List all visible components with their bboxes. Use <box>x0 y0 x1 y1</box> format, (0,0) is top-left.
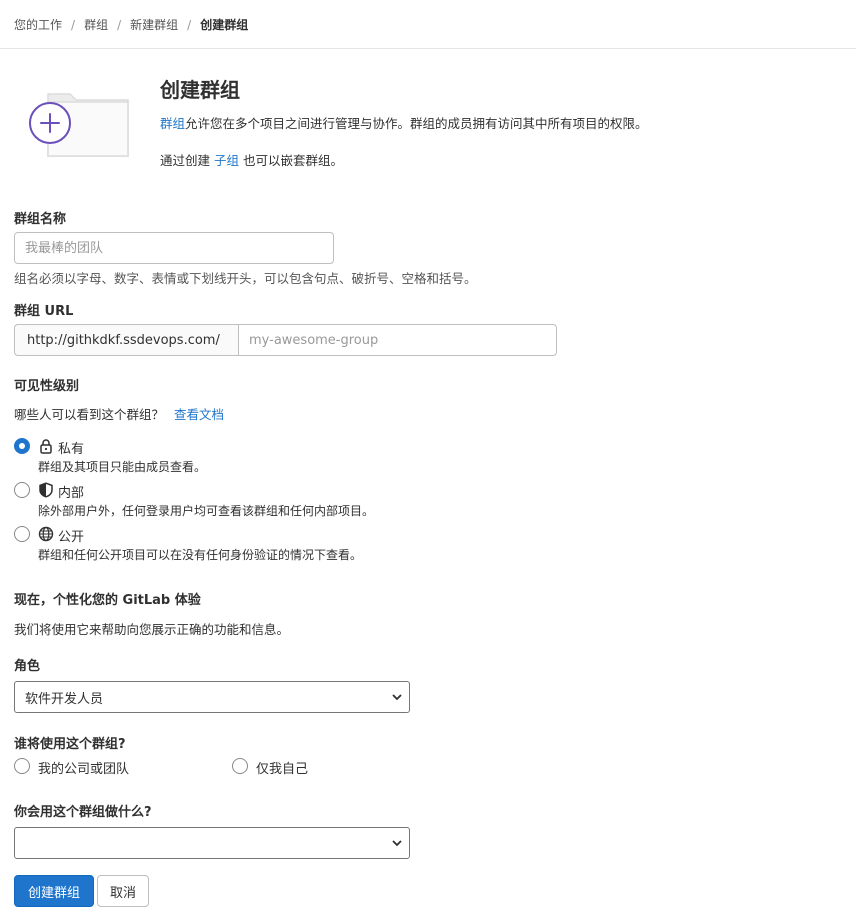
breadcrumb-new-group[interactable]: 新建群组 <box>130 16 178 33</box>
group-name-label: 群组名称 <box>14 212 67 227</box>
groups-help-link[interactable]: 群组 <box>160 116 185 131</box>
visibility-question-text: 哪些人可以看到这个群组？ <box>14 407 165 422</box>
who-uses-just-me-label[interactable]: 仅我自己 <box>256 758 308 777</box>
who-uses-label: 谁将使用这个群组? <box>14 737 126 752</box>
visibility-docs-link[interactable]: 查看文档 <box>174 407 224 422</box>
header-divider <box>0 48 856 49</box>
purpose-label: 你会用这个群组做什么? <box>14 805 152 820</box>
group-url-field: http://githkdkf.ssdevops.com/ <box>14 324 557 356</box>
group-name-input[interactable] <box>14 232 334 264</box>
visibility-label: 可见性级别 <box>14 379 80 394</box>
visibility-private-desc: 群组及其项目只能由成员查看。 <box>38 460 207 474</box>
cancel-button[interactable]: 取消 <box>97 875 149 907</box>
role-select[interactable]: 软件开发人员 <box>14 681 410 713</box>
visibility-public-desc: 群组和任何公开项目可以在没有任何身份验证的情况下查看。 <box>38 548 363 562</box>
group-url-prefix: http://githkdkf.ssdevops.com/ <box>14 324 238 356</box>
page-title: 创建群组 <box>160 78 240 102</box>
breadcrumb-separator: / <box>117 17 122 32</box>
visibility-internal-desc: 除外部用户外，任何登录用户均可查看该群组和任何内部项目。 <box>38 504 375 518</box>
visibility-question: 哪些人可以看到这个群组？ 查看文档 <box>14 404 224 423</box>
chevron-down-icon <box>392 840 402 847</box>
visibility-private-radio[interactable] <box>14 438 30 454</box>
visibility-private-label[interactable]: 私有 <box>58 438 84 457</box>
breadcrumb-your-work[interactable]: 您的工作 <box>14 16 62 33</box>
purpose-select[interactable] <box>14 827 410 859</box>
group-url-input[interactable] <box>238 324 557 356</box>
lock-icon <box>40 439 52 454</box>
who-uses-just-me-radio[interactable] <box>232 758 248 774</box>
role-label: 角色 <box>14 659 41 674</box>
personalize-title: 现在，个性化您的 GitLab 体验 <box>14 593 201 608</box>
new-group-illustration-icon <box>29 93 129 157</box>
who-uses-company-label[interactable]: 我的公司或团队 <box>38 758 129 777</box>
breadcrumb: 您的工作 / 群组 / 新建群组 / 创建群组 <box>14 16 248 33</box>
group-name-help: 组名必须以字母、数字、表情或下划线开头，可以包含句点、破折号、空格和括号。 <box>14 271 477 286</box>
personalize-desc: 我们将使用它来帮助向您展示正确的功能和信息。 <box>14 622 290 637</box>
who-uses-company-radio[interactable] <box>14 758 30 774</box>
visibility-internal-radio[interactable] <box>14 482 30 498</box>
role-selected-value: 软件开发人员 <box>25 691 104 707</box>
create-group-button[interactable]: 创建群组 <box>14 875 94 907</box>
subgroup-description: 通过创建 子组 也可以嵌套群组。 <box>160 150 343 169</box>
visibility-public-radio[interactable] <box>14 526 30 542</box>
subgroup-link[interactable]: 子组 <box>214 153 239 168</box>
page-description: 群组允许您在多个项目之间进行管理与协作。群组的成员拥有访问其中所有项目的权限。 <box>160 113 648 132</box>
chevron-down-icon <box>392 694 402 701</box>
breadcrumb-groups[interactable]: 群组 <box>84 16 108 33</box>
globe-icon <box>38 526 54 542</box>
shield-icon <box>39 482 53 498</box>
visibility-public-label[interactable]: 公开 <box>58 526 84 545</box>
group-url-label: 群组 URL <box>14 304 74 319</box>
breadcrumb-separator: / <box>71 17 76 32</box>
subgroup-prefix: 通过创建 <box>160 153 211 168</box>
visibility-internal-label[interactable]: 内部 <box>58 482 84 501</box>
subgroup-suffix: 也可以嵌套群组。 <box>243 153 344 168</box>
breadcrumb-create-group: 创建群组 <box>200 18 249 32</box>
breadcrumb-separator: / <box>187 17 192 32</box>
page-description-text: 允许您在多个项目之间进行管理与协作。群组的成员拥有访问其中所有项目的权限。 <box>185 116 648 131</box>
